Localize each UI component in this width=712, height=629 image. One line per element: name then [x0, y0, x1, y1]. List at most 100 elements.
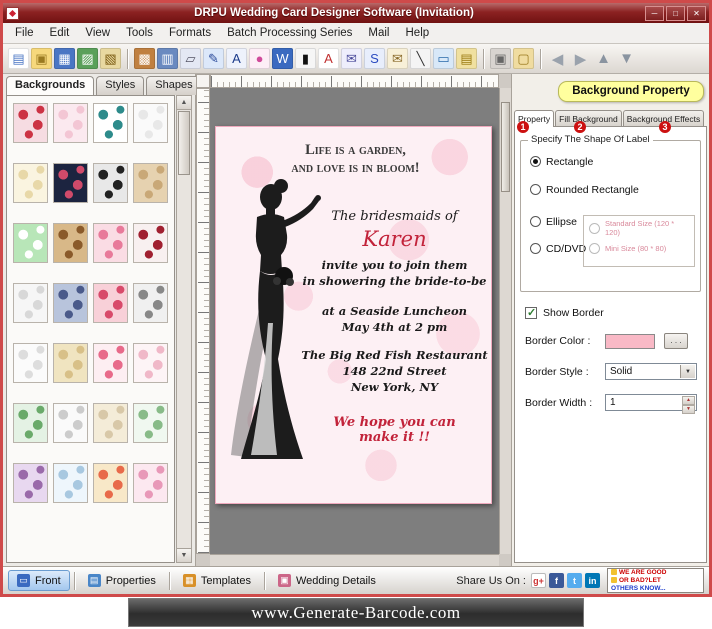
barcode-icon[interactable]: ▮ — [295, 48, 316, 69]
open-folder-icon[interactable]: ▣ — [31, 48, 52, 69]
database-icon[interactable]: ▤ — [456, 48, 477, 69]
menu-formats[interactable]: Formats — [161, 24, 219, 42]
tan-paisley-thumbnail[interactable] — [53, 223, 88, 263]
canvas-horizontal-scrollbar[interactable] — [210, 554, 499, 566]
tan-texture-thumbnail[interactable] — [133, 163, 168, 203]
multi-stripe-thumbnail[interactable] — [93, 463, 128, 503]
pen-icon[interactable]: ✎ — [203, 48, 224, 69]
scroll-up-icon[interactable]: ▲ — [177, 96, 191, 110]
picture-icon[interactable]: ▩ — [134, 48, 155, 69]
close-button[interactable]: ✕ — [687, 5, 706, 21]
mail-icon[interactable]: ✉ — [341, 48, 362, 69]
signature-icon[interactable]: S — [364, 48, 385, 69]
front-button[interactable]: ▭ Front — [8, 570, 70, 591]
copy-icon[interactable]: ▱ — [180, 48, 201, 69]
teal-mandala-thumbnail[interactable] — [93, 103, 128, 143]
back-arrow-icon[interactable]: ◀ — [547, 48, 568, 69]
tab-backgrounds[interactable]: Backgrounds — [6, 76, 95, 95]
menu-batch-processing-series[interactable]: Batch Processing Series — [219, 24, 360, 42]
gray-sketch-floral-thumbnail[interactable] — [133, 283, 168, 323]
maximize-button[interactable]: □ — [666, 5, 685, 21]
tab-shapes[interactable]: Shapes — [146, 76, 202, 95]
chevron-down-icon[interactable]: ▼ — [680, 365, 695, 378]
size-option-mini[interactable]: Mini Size (80 * 80) — [589, 242, 691, 254]
pink-floral-thumbnail[interactable] — [53, 103, 88, 143]
black-lace-thumbnail[interactable] — [93, 163, 128, 203]
pink-hearts-thumbnail[interactable] — [93, 343, 128, 383]
envelope-icon[interactable]: ✉ — [387, 48, 408, 69]
font-color-icon[interactable]: A — [318, 48, 339, 69]
menu-help[interactable]: Help — [398, 24, 438, 42]
plain-white-thumbnail[interactable] — [133, 103, 168, 143]
color-wheel-icon[interactable]: ● — [249, 48, 270, 69]
window-title: DRPU Wedding Card Designer Software (Inv… — [194, 7, 474, 19]
size-option-standard[interactable]: Standard Size (120 * 120) — [589, 219, 691, 237]
google-plus-icon[interactable]: g+ — [531, 573, 546, 588]
green-dots-thumbnail[interactable] — [133, 403, 168, 443]
rose-bouquet-thumbnail[interactable] — [93, 283, 128, 323]
properties-button[interactable]: ▤ Properties — [79, 570, 165, 591]
text-icon[interactable]: A — [226, 48, 247, 69]
scrollbar-thumb[interactable] — [178, 111, 190, 175]
soft-pink-floral-thumbnail[interactable] — [133, 343, 168, 383]
blue-paisley-thumbnail[interactable] — [53, 283, 88, 323]
spin-up-icon[interactable]: ▲ — [682, 396, 695, 405]
tab-fill-background[interactable]: Fill Background — [555, 110, 622, 127]
backgrounds-scrollbar[interactable]: ▲ ▼ — [176, 95, 192, 563]
design-canvas[interactable]: Life is a garden, and love is in bloom! … — [210, 88, 499, 554]
minimize-button[interactable]: ─ — [645, 5, 664, 21]
pink-blossom-thumbnail[interactable] — [93, 223, 128, 263]
linkedin-icon[interactable]: in — [585, 573, 600, 588]
border-width-stepper[interactable]: 1 ▲ ▼ — [605, 394, 697, 414]
red-ornament-thumbnail[interactable] — [133, 223, 168, 263]
lock-icon[interactable]: ▣ — [490, 48, 511, 69]
image-icon[interactable]: ▨ — [77, 48, 98, 69]
ruler-icon[interactable]: ▭ — [433, 48, 454, 69]
white-damask-thumbnail[interactable] — [13, 283, 48, 323]
menu-edit[interactable]: Edit — [42, 24, 78, 42]
print-icon[interactable]: ▥ — [157, 48, 178, 69]
wordart-icon[interactable]: W — [272, 48, 293, 69]
menu-view[interactable]: View — [77, 24, 118, 42]
menu-file[interactable]: File — [7, 24, 42, 42]
menu-mail[interactable]: Mail — [360, 24, 397, 42]
white-mini-floral-thumbnail[interactable] — [13, 343, 48, 383]
new-file-icon[interactable]: ▤ — [8, 48, 29, 69]
navy-floral-thumbnail[interactable] — [53, 163, 88, 203]
scrollbar-thumb[interactable] — [501, 102, 510, 192]
beige-ornament-thumbnail[interactable] — [93, 403, 128, 443]
gold-texture-thumbnail[interactable] — [53, 343, 88, 383]
border-style-select[interactable]: Solid ▼ — [605, 363, 697, 380]
unlock-icon[interactable]: ▢ — [513, 48, 534, 69]
purple-floral-thumbnail[interactable] — [13, 463, 48, 503]
feedback-box[interactable]: WE ARE GOOD OR BAD?LET OTHERS KNOW... — [607, 568, 704, 593]
white-vine-thumbnail[interactable] — [53, 403, 88, 443]
blue-dots-thumbnail[interactable] — [53, 463, 88, 503]
canvas-vertical-scrollbar[interactable] — [499, 88, 511, 554]
line-icon[interactable]: ╲ — [410, 48, 431, 69]
border-color-swatch[interactable] — [605, 333, 655, 349]
scroll-down-icon[interactable]: ▼ — [177, 548, 191, 562]
save-icon[interactable]: ▦ — [54, 48, 75, 69]
show-border-checkbox[interactable]: Show Border — [525, 306, 706, 319]
spin-down-icon[interactable]: ▼ — [682, 405, 695, 414]
shape-option-rectangle[interactable]: Rectangle — [530, 155, 694, 168]
wedding-details-button[interactable]: ▣ Wedding Details — [269, 570, 385, 591]
green-wave-thumbnail[interactable] — [13, 223, 48, 263]
menu-tools[interactable]: Tools — [118, 24, 161, 42]
forward-arrow-icon[interactable]: ▶ — [570, 48, 591, 69]
color-picker-button[interactable]: . . . — [664, 333, 688, 349]
green-floral-thumbnail[interactable] — [13, 403, 48, 443]
pink-lace-thumbnail[interactable] — [133, 463, 168, 503]
cream-floral-thumbnail[interactable] — [13, 163, 48, 203]
facebook-icon[interactable]: f — [549, 573, 564, 588]
up-arrow-icon[interactable]: ▲ — [593, 48, 614, 69]
templates-button[interactable]: ▦ Templates — [174, 570, 260, 591]
twitter-icon[interactable]: t — [567, 573, 582, 588]
shape-option-rounded-rectangle[interactable]: Rounded Rectangle — [530, 183, 694, 196]
down-arrow-icon[interactable]: ▼ — [616, 48, 637, 69]
export-icon[interactable]: ▧ — [100, 48, 121, 69]
tab-styles[interactable]: Styles — [96, 76, 145, 95]
invitation-card[interactable]: Life is a garden, and love is in bloom! … — [215, 126, 492, 504]
hearts-pattern-thumbnail[interactable] — [13, 103, 48, 143]
